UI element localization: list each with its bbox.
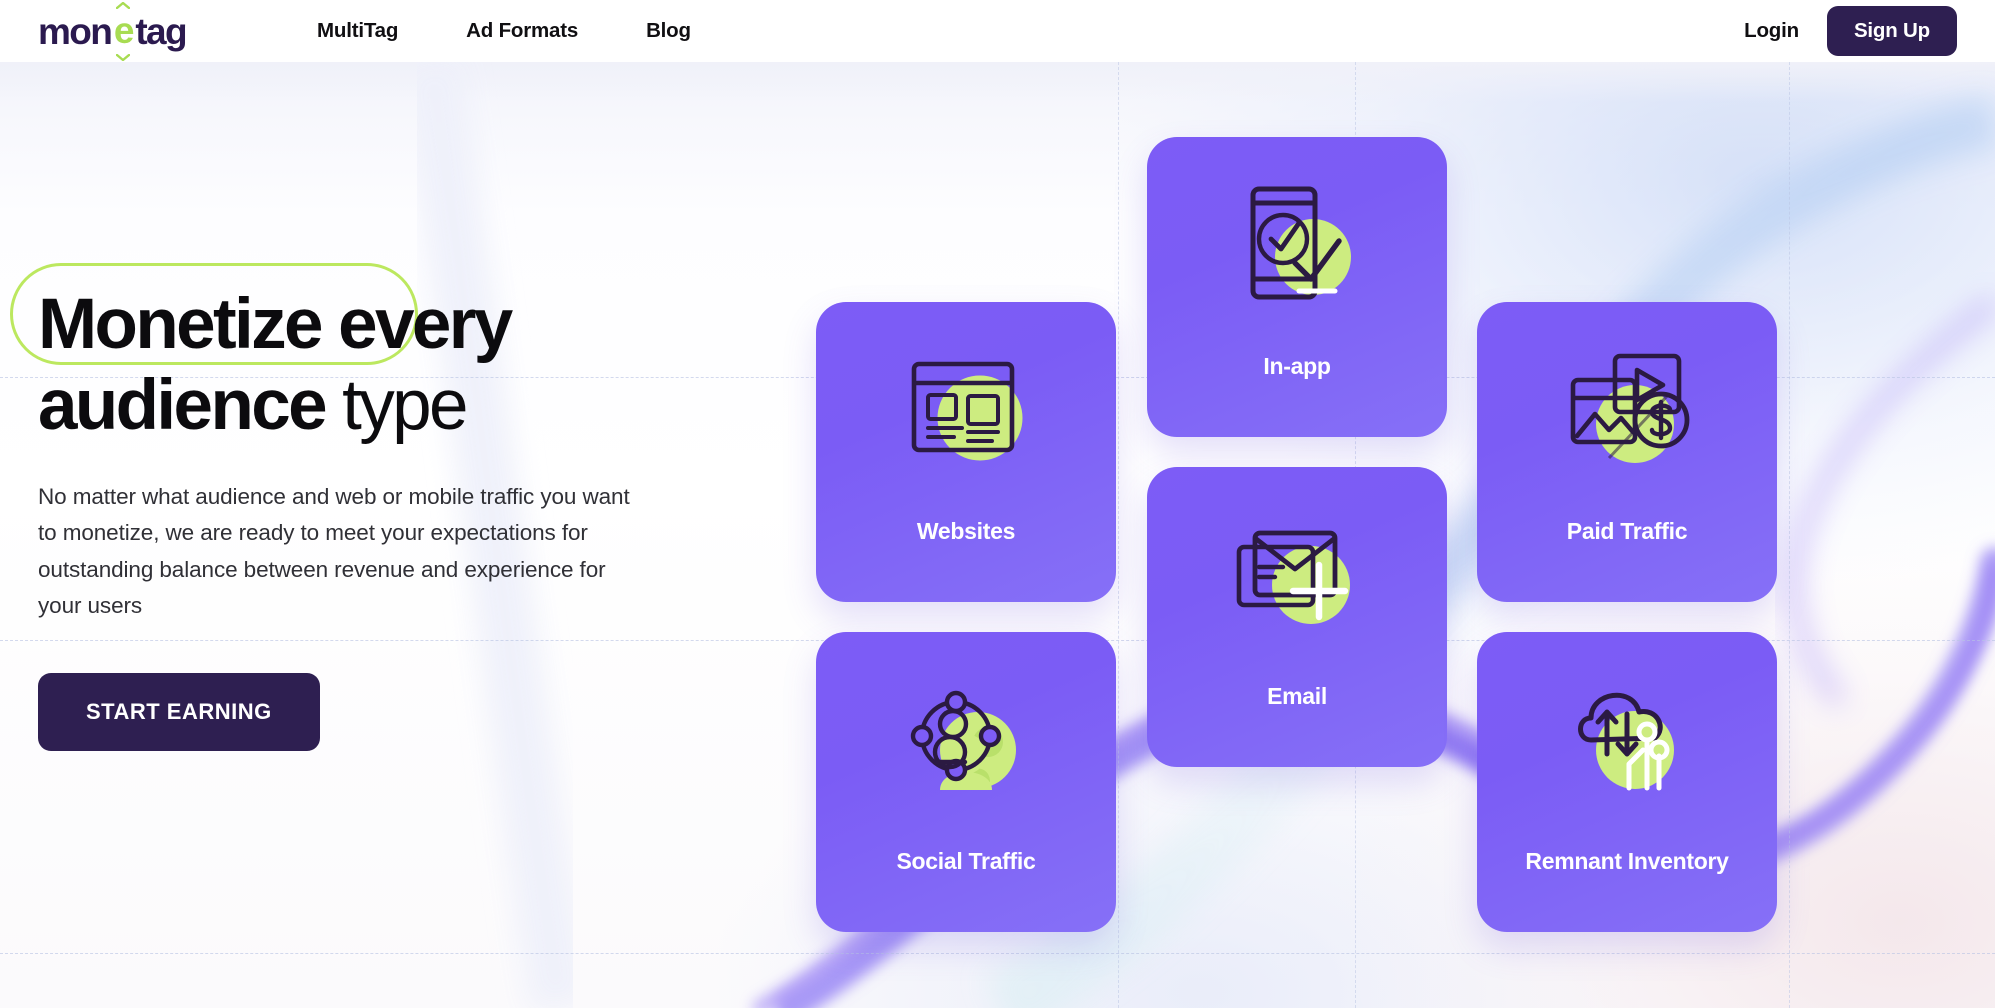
grid-line-vertical <box>1789 62 1790 1008</box>
page-root: mon e tag MultiTag Ad Formats Blog Login… <box>0 0 1995 1008</box>
headline-word-type: type <box>324 365 468 445</box>
logo-text-mon: mon <box>38 10 113 52</box>
nav-item-multitag[interactable]: MultiTag <box>283 19 432 43</box>
phone-check-icon <box>1227 175 1367 315</box>
grid-line-horizontal <box>0 953 1995 954</box>
main-navigation: MultiTag Ad Formats Blog <box>283 0 725 62</box>
card-paid-traffic[interactable]: Paid Traffic <box>1477 302 1777 602</box>
media-dollar-icon <box>1557 340 1697 480</box>
card-label-paid-traffic: Paid Traffic <box>1566 518 1688 544</box>
grid-line-vertical <box>1118 62 1119 1008</box>
headline-word-every: every <box>320 285 513 364</box>
card-social-traffic[interactable]: Social Traffic <box>816 632 1116 932</box>
page-headline: Monetize every audience type <box>10 263 718 447</box>
header-actions: Login Sign Up <box>1744 0 1957 62</box>
chevron-down-icon <box>116 54 131 61</box>
nav-item-ad-formats[interactable]: Ad Formats <box>432 19 612 43</box>
logo-accent-e-group: e <box>111 2 135 61</box>
logo-text-e: e <box>113 10 135 51</box>
hero-subtext: No matter what audience and web or mobil… <box>38 483 630 619</box>
start-earning-button[interactable]: START EARNING <box>38 672 320 751</box>
card-email[interactable]: Email <box>1147 467 1447 767</box>
card-label-social-traffic: Social Traffic <box>896 848 1036 874</box>
nav-item-blog[interactable]: Blog <box>612 19 725 43</box>
monetag-logo[interactable]: mon e tag <box>38 2 188 61</box>
card-label-email: Email <box>1267 683 1327 709</box>
network-people-icon <box>896 670 1036 810</box>
card-label-in-app: In-app <box>1263 353 1331 379</box>
cloud-sync-icon <box>1557 670 1697 810</box>
envelope-plus-icon <box>1227 505 1367 645</box>
logo-text-tag: tag <box>135 10 187 52</box>
headline-word-monetize: Monetize <box>38 285 324 364</box>
card-label-websites: Websites <box>916 518 1016 544</box>
browser-globe-icon <box>896 340 1036 480</box>
chevron-up-icon <box>116 2 131 9</box>
headline-word-audience: audience <box>38 365 328 445</box>
card-remnant-inventory[interactable]: Remnant Inventory <box>1477 632 1777 932</box>
headline-highlight-group: Monetize <box>10 263 418 366</box>
signup-button[interactable]: Sign Up <box>1826 6 1957 56</box>
hero-section: Monetize every audience type No matter w… <box>10 263 718 751</box>
card-websites[interactable]: Websites <box>816 302 1116 602</box>
card-in-app[interactable]: In-app <box>1147 137 1447 437</box>
card-label-remnant-inventory: Remnant Inventory <box>1525 848 1729 874</box>
login-link[interactable]: Login <box>1744 19 1799 43</box>
site-header: mon e tag MultiTag Ad Formats Blog Login… <box>0 0 1995 62</box>
